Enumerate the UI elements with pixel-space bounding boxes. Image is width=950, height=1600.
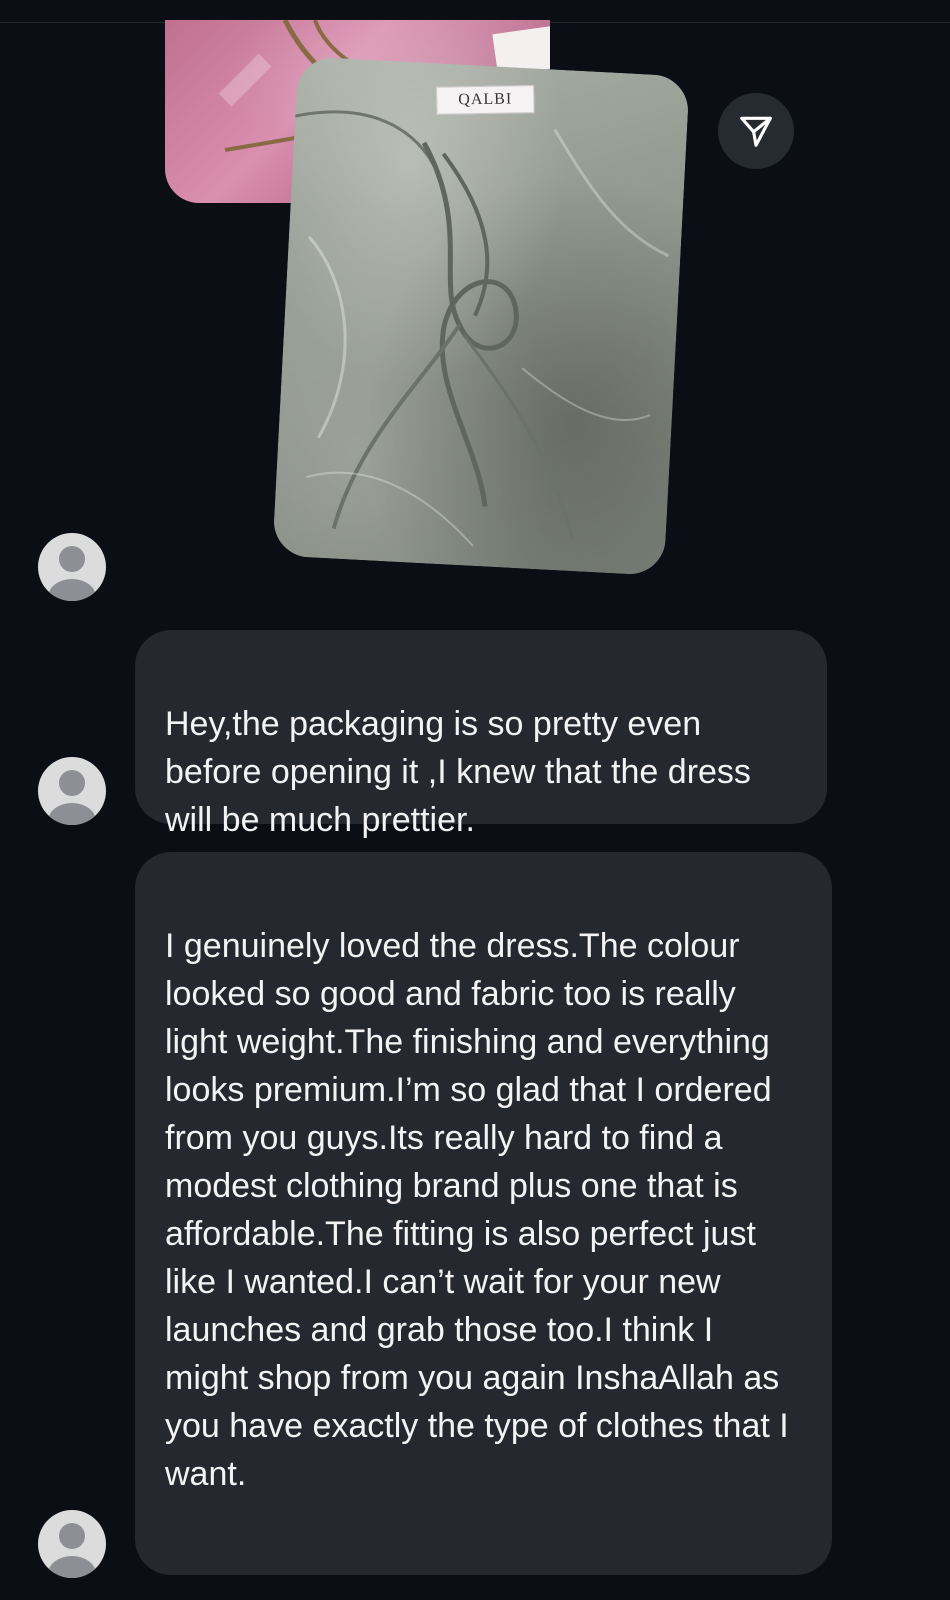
share-button[interactable]	[718, 93, 794, 169]
send-icon	[740, 116, 772, 147]
message-bubble[interactable]: I genuinely loved the dress.The colour l…	[135, 852, 832, 1575]
garment-photo[interactable]: QALBI	[272, 56, 690, 576]
brand-label: QALBI	[436, 85, 535, 115]
person-icon	[48, 770, 96, 825]
message-text: I genuinely loved the dress.The colour l…	[165, 927, 789, 1493]
message-text: Hey,the packaging is so pretty even befo…	[165, 705, 751, 839]
avatar[interactable]	[38, 1510, 106, 1578]
garment-texture	[294, 110, 670, 547]
avatar[interactable]	[38, 533, 106, 601]
message-bubble[interactable]: Hey,the packaging is so pretty even befo…	[135, 630, 827, 839]
person-icon	[48, 1523, 96, 1578]
person-icon	[48, 546, 96, 601]
avatar[interactable]	[38, 757, 106, 825]
